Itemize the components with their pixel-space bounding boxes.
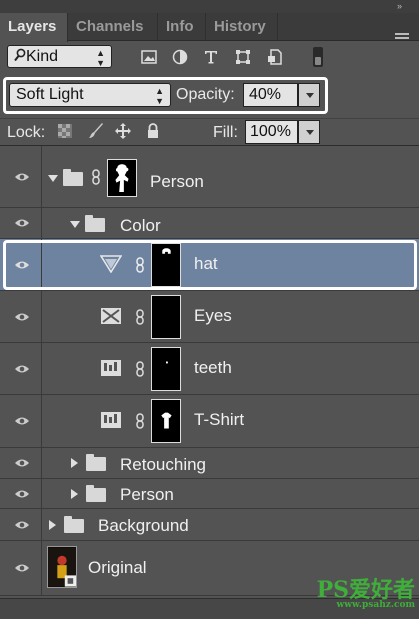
layer-name: Person bbox=[150, 172, 204, 191]
link-chain-icon[interactable] bbox=[135, 309, 145, 325]
eye-icon[interactable] bbox=[14, 520, 30, 530]
eye-icon[interactable] bbox=[14, 172, 30, 182]
layer-name: T-Shirt bbox=[194, 410, 245, 429]
filter-kind-label: Kind bbox=[26, 48, 59, 65]
type-filter-icon[interactable] bbox=[203, 49, 219, 65]
eye-icon[interactable] bbox=[14, 416, 30, 426]
folder-icon bbox=[86, 485, 106, 502]
visibility-column bbox=[0, 343, 42, 394]
eye-icon[interactable] bbox=[14, 489, 30, 499]
expand-triangle-icon[interactable] bbox=[71, 489, 78, 499]
visibility-column bbox=[0, 448, 42, 478]
layer-name: Eyes bbox=[194, 306, 232, 325]
fill-input[interactable]: 100% bbox=[245, 120, 298, 144]
collapse-panel-icon[interactable]: » bbox=[397, 1, 402, 11]
layer-filter-row: Kind ▲ ▼ bbox=[0, 41, 419, 72]
folder-icon bbox=[63, 169, 83, 186]
visibility-column bbox=[0, 541, 42, 595]
layer-name: Background bbox=[98, 516, 189, 535]
opacity-input[interactable]: 40% bbox=[243, 83, 298, 107]
layer-row-tshirt[interactable]: T-Shirt bbox=[0, 395, 419, 448]
tab-info[interactable]: Info bbox=[158, 13, 206, 41]
visibility-column bbox=[0, 479, 42, 508]
layer-name: Original bbox=[88, 558, 147, 577]
tab-channels[interactable]: Channels bbox=[68, 13, 158, 41]
visibility-column bbox=[0, 395, 42, 447]
lock-all-icon[interactable] bbox=[145, 123, 161, 139]
mask-thumbnail[interactable] bbox=[151, 399, 181, 443]
layer-name: teeth bbox=[194, 358, 232, 377]
eye-icon[interactable] bbox=[14, 312, 30, 322]
tab-layers[interactable]: Layers bbox=[0, 13, 68, 42]
layer-row-person-subgroup[interactable]: Person bbox=[0, 479, 419, 509]
layer-row-color-group[interactable]: Color bbox=[0, 208, 419, 239]
levels-adjustment-icon[interactable] bbox=[100, 411, 122, 429]
panel-tabs: Layers Channels Info History bbox=[0, 13, 419, 42]
shape-filter-icon[interactable] bbox=[235, 49, 251, 65]
smart-object-filter-icon[interactable] bbox=[267, 49, 283, 65]
folder-icon bbox=[86, 454, 106, 471]
layer-row-background-group[interactable]: Background bbox=[0, 509, 419, 541]
expand-triangle-icon[interactable] bbox=[49, 520, 56, 530]
tab-history[interactable]: History bbox=[206, 13, 278, 41]
mask-thumbnail[interactable] bbox=[151, 295, 181, 339]
link-chain-icon[interactable] bbox=[91, 169, 101, 185]
eye-icon[interactable] bbox=[14, 364, 30, 374]
layer-name: Color bbox=[120, 216, 161, 235]
fill-label: Fill: bbox=[213, 124, 238, 141]
layer-row-eyes[interactable]: Eyes bbox=[0, 291, 419, 343]
smart-object-thumbnail[interactable] bbox=[47, 546, 77, 588]
updown-arrows-icon: ▲ ▼ bbox=[155, 86, 164, 106]
lock-image-pixels-icon[interactable] bbox=[88, 123, 104, 139]
mask-thumbnail[interactable] bbox=[151, 347, 181, 391]
eye-icon[interactable] bbox=[14, 563, 30, 573]
expand-triangle-icon[interactable] bbox=[48, 175, 58, 182]
eye-icon[interactable] bbox=[14, 458, 30, 468]
adjustment-filter-icon[interactable] bbox=[172, 49, 188, 65]
lock-position-icon[interactable] bbox=[115, 123, 131, 139]
updown-arrows-icon: ▲ ▼ bbox=[96, 48, 105, 68]
lock-label: Lock: bbox=[7, 124, 46, 141]
panel-top-bar: » bbox=[0, 0, 419, 13]
layer-name: Person bbox=[120, 485, 174, 504]
folder-icon bbox=[85, 215, 105, 232]
filter-toggle-switch[interactable] bbox=[313, 47, 323, 67]
filter-kind-select[interactable]: Kind ▲ ▼ bbox=[7, 45, 112, 68]
expand-triangle-icon[interactable] bbox=[71, 458, 78, 468]
link-chain-icon[interactable] bbox=[135, 413, 145, 429]
search-icon bbox=[14, 48, 26, 62]
visibility-column bbox=[0, 291, 42, 342]
visibility-column bbox=[0, 208, 42, 238]
channel-mixer-adjustment-icon[interactable] bbox=[100, 307, 122, 325]
layer-name: Retouching bbox=[120, 455, 207, 474]
layer-row-teeth[interactable]: teeth bbox=[0, 343, 419, 395]
layer-row-retouching-group[interactable]: Retouching bbox=[0, 448, 419, 479]
pixel-filter-icon[interactable] bbox=[141, 49, 157, 65]
expand-triangle-icon[interactable] bbox=[70, 221, 80, 228]
opacity-label: Opacity: bbox=[176, 86, 235, 103]
levels-adjustment-icon[interactable] bbox=[100, 359, 122, 377]
folder-icon bbox=[64, 516, 84, 533]
lock-transparent-pixels-icon[interactable] bbox=[57, 123, 73, 139]
blend-mode-value: Soft Light bbox=[16, 86, 84, 103]
visibility-column bbox=[0, 509, 42, 540]
link-chain-icon[interactable] bbox=[135, 361, 145, 377]
selected-layer-highlight bbox=[3, 240, 417, 290]
fill-slider-button[interactable] bbox=[298, 120, 320, 144]
layer-row-person-group[interactable]: Person bbox=[0, 146, 419, 208]
layers-list: Person Color hat Eyes teeth T-Shirt Reto… bbox=[0, 146, 419, 598]
mask-thumbnail[interactable] bbox=[107, 159, 137, 197]
visibility-column bbox=[0, 146, 42, 207]
blend-mode-select[interactable]: Soft Light ▲ ▼ bbox=[9, 83, 171, 107]
watermark: PS爱好者 www.psahz.com bbox=[317, 572, 415, 610]
opacity-slider-button[interactable] bbox=[298, 83, 320, 107]
eye-icon[interactable] bbox=[14, 218, 30, 228]
